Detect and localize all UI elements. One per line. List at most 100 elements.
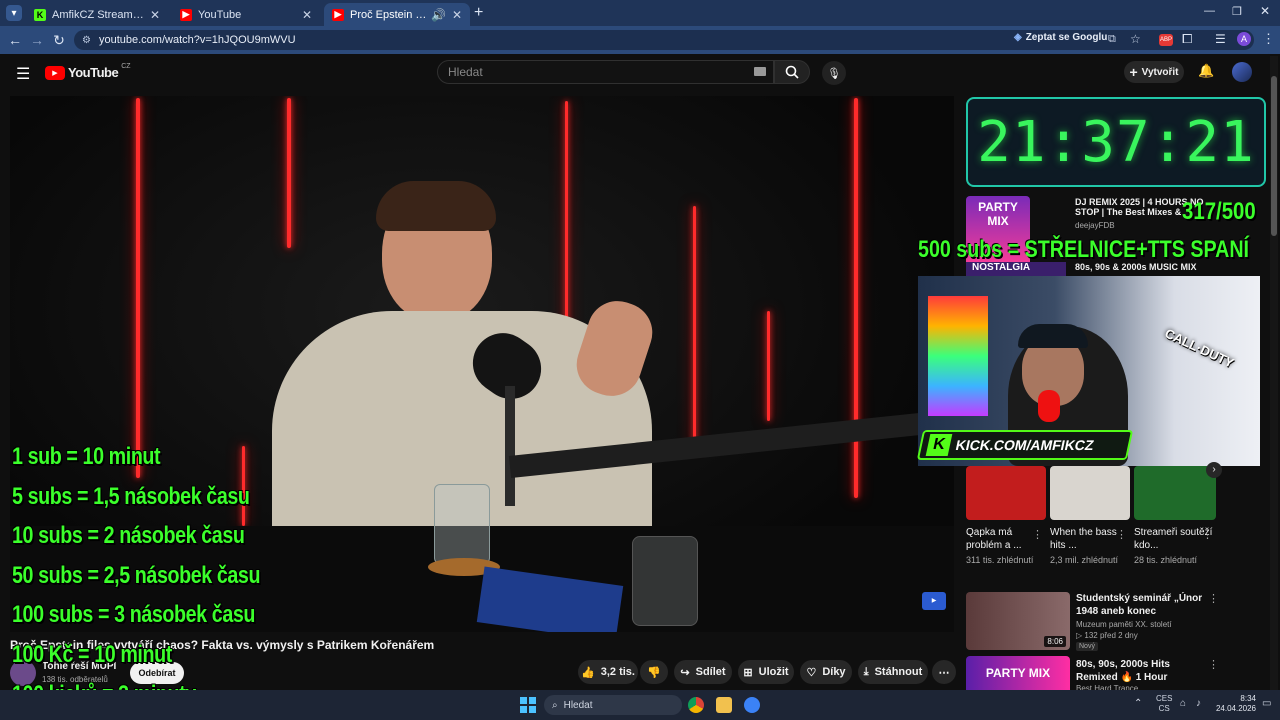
video-player[interactable]: ▶ [10, 96, 954, 632]
video-thumbnail[interactable]: 8:06 [966, 592, 1070, 650]
chevron-right-icon[interactable]: › [1206, 462, 1222, 478]
close-tab-icon[interactable]: ✕ [150, 8, 160, 22]
overlay-rule: 100 subs = 3 násobek času [12, 601, 256, 628]
download-button[interactable]: ⤓ Stáhnout [858, 660, 928, 684]
save-label: Uložit [758, 666, 789, 678]
kick-logo-icon: K [925, 434, 953, 456]
channel-watermark-icon[interactable]: ▶ [922, 592, 946, 610]
app-icon[interactable] [744, 697, 760, 713]
neon-light [767, 311, 770, 421]
youtube-logo[interactable]: ▶ YouTube CZ [45, 63, 131, 80]
clock-time: 8:34 [1240, 694, 1256, 703]
hamburger-menu-icon[interactable]: ☰ [16, 64, 30, 84]
adblock-icon[interactable]: ABP [1159, 34, 1173, 46]
video-menu-icon[interactable]: ⋮ [1208, 592, 1219, 605]
like-button[interactable]: 👍 3,2 tis. [578, 660, 638, 684]
keyboard-icon[interactable] [754, 67, 766, 76]
windows-start-icon[interactable] [520, 697, 536, 713]
search-icon [785, 65, 799, 79]
more-actions-button[interactable]: ⋯ [932, 660, 956, 684]
save-button[interactable]: ⊞ Uložit [738, 660, 794, 684]
language-indicator[interactable]: CES CS [1156, 694, 1172, 714]
close-window-icon[interactable]: ✕ [1260, 4, 1270, 18]
save-icon: ⊞ [743, 666, 753, 679]
cast-icon[interactable]: ⧉ [1108, 33, 1116, 46]
streamer-microphone [1038, 390, 1060, 422]
system-tray-chevron-icon[interactable]: ⌃ [1134, 698, 1142, 709]
tab-epstein-video[interactable]: ▶ Proč Epstein files vytváří ch 🔊 ✕ [324, 3, 470, 26]
short-thumbnail[interactable] [1134, 466, 1216, 520]
profile-avatar-icon[interactable]: A [1237, 32, 1251, 46]
reload-icon[interactable]: ↻ [46, 28, 72, 52]
more-icon: ⋯ [938, 666, 950, 679]
streamer-cap [1018, 324, 1088, 348]
sidebar-video-title: Studentský seminář „Únor 1948 aneb konec… [1076, 593, 1203, 617]
browser-menu-icon[interactable]: ⋮ [1262, 31, 1275, 47]
bookmark-star-icon[interactable]: ☆ [1130, 32, 1141, 46]
tab-kick-stream[interactable]: K AmfikCZ Stream - Watch Live o ✕ [26, 3, 168, 26]
minimize-icon[interactable]: — [1204, 5, 1215, 17]
overlay-rule: 50 subs = 2,5 násobek času [12, 562, 261, 589]
search-button[interactable] [774, 60, 810, 84]
volume-icon[interactable]: ♪ [1196, 698, 1201, 709]
short-thumbnail[interactable] [1050, 466, 1130, 520]
chrome-icon[interactable] [688, 697, 704, 713]
video-duration: 8:06 [1044, 636, 1066, 647]
neon-light [693, 206, 696, 446]
account-avatar[interactable] [1232, 62, 1252, 82]
short-thumbnail[interactable] [966, 466, 1046, 520]
sidebar-video-item[interactable]: 80s, 90s, 2000s Hits Remixed 🔥 1 Hour No… [1076, 658, 1206, 693]
ask-google-button[interactable]: ◈ Zeptat se Googlu [1014, 32, 1107, 43]
thanks-label: Díky [822, 666, 846, 678]
water-glass [632, 536, 698, 626]
search-input[interactable]: Hledat [437, 60, 774, 84]
share-button[interactable]: ↪ Sdílet [674, 660, 732, 684]
page-scrollbar[interactable] [1270, 56, 1278, 690]
short-views: 311 tis. zhlédnutí [966, 555, 1034, 565]
neon-light [287, 98, 291, 248]
tab-search-icon[interactable]: ▾ [6, 5, 22, 21]
download-label: Stáhnout [874, 666, 923, 678]
tab-youtube[interactable]: ▶ YouTube ✕ [172, 3, 320, 26]
thanks-button[interactable]: ♡ Díky [800, 660, 852, 684]
create-button[interactable]: + Vytvořit [1124, 61, 1184, 83]
speaker-icon[interactable]: 🔊 [431, 8, 446, 22]
ask-google-label: Zeptat se Googlu [1025, 32, 1108, 43]
close-tab-icon[interactable]: ✕ [302, 8, 312, 22]
tab-label: YouTube [198, 8, 242, 21]
clock-date: 24.04.2026 [1215, 704, 1256, 713]
extensions-icon[interactable]: ⧠ [1182, 31, 1192, 47]
maximize-icon[interactable]: ❐ [1232, 5, 1242, 18]
new-tab-icon[interactable]: + [474, 4, 483, 22]
taskbar-search[interactable]: ⌕ Hledat [544, 695, 682, 715]
sidebar-video-item[interactable]: Studentský seminář „Únor 1948 aneb konec… [1076, 592, 1206, 651]
site-info-icon[interactable]: ⚙ [82, 35, 91, 46]
notification-center-icon[interactable]: ▭ [1262, 698, 1271, 709]
close-tab-icon[interactable]: ✕ [452, 8, 462, 22]
notifications-bell-icon[interactable]: 🔔 [1198, 63, 1214, 79]
sidebar-video-title: 80s, 90s, 2000s Hits Remixed 🔥 1 Hour No… [1076, 659, 1170, 683]
dislike-button[interactable]: 👎 [640, 660, 668, 684]
file-explorer-icon[interactable] [716, 697, 732, 713]
network-icon[interactable]: ⌂ [1180, 698, 1186, 709]
video-thumbnail[interactable]: PARTY MIX [966, 656, 1070, 690]
youtube-icon: ▶ [332, 8, 344, 21]
browser-tab-bar: ▾ K AmfikCZ Stream - Watch Live o ✕ ▶ Yo… [0, 0, 1280, 26]
kick-banner: K KICK.COM/AMFIKCZ [916, 430, 1134, 460]
language-code: CES [1156, 694, 1173, 703]
short-menu-icon[interactable]: ⋮ [1202, 528, 1213, 541]
taskbar-search-label: Hledat [563, 699, 593, 711]
neon-light [565, 101, 568, 341]
voice-search-button[interactable]: 🎙 [822, 61, 846, 85]
clock[interactable]: 8:34 24.04.2026 [1212, 694, 1256, 714]
sub-goal-text: 500 subs = STŘELNICE+TTS SPANÍ [918, 236, 1250, 263]
address-bar[interactable]: ⚙ youtube.com/watch?v=1hJQOU9mWVU ◈ Zept… [74, 30, 1254, 50]
new-badge: Nový [1076, 642, 1098, 651]
video-menu-icon[interactable]: ⋮ [1208, 658, 1219, 671]
short-menu-icon[interactable]: ⋮ [1032, 528, 1043, 541]
short-menu-icon[interactable]: ⋮ [1116, 528, 1127, 541]
sub-goal-counter: 317/500 [1182, 198, 1256, 225]
tab-search-list-icon[interactable]: ☰ [1215, 32, 1226, 46]
scrollbar-thumb[interactable] [1271, 76, 1277, 236]
microphone-icon: 🎙 [827, 67, 841, 80]
